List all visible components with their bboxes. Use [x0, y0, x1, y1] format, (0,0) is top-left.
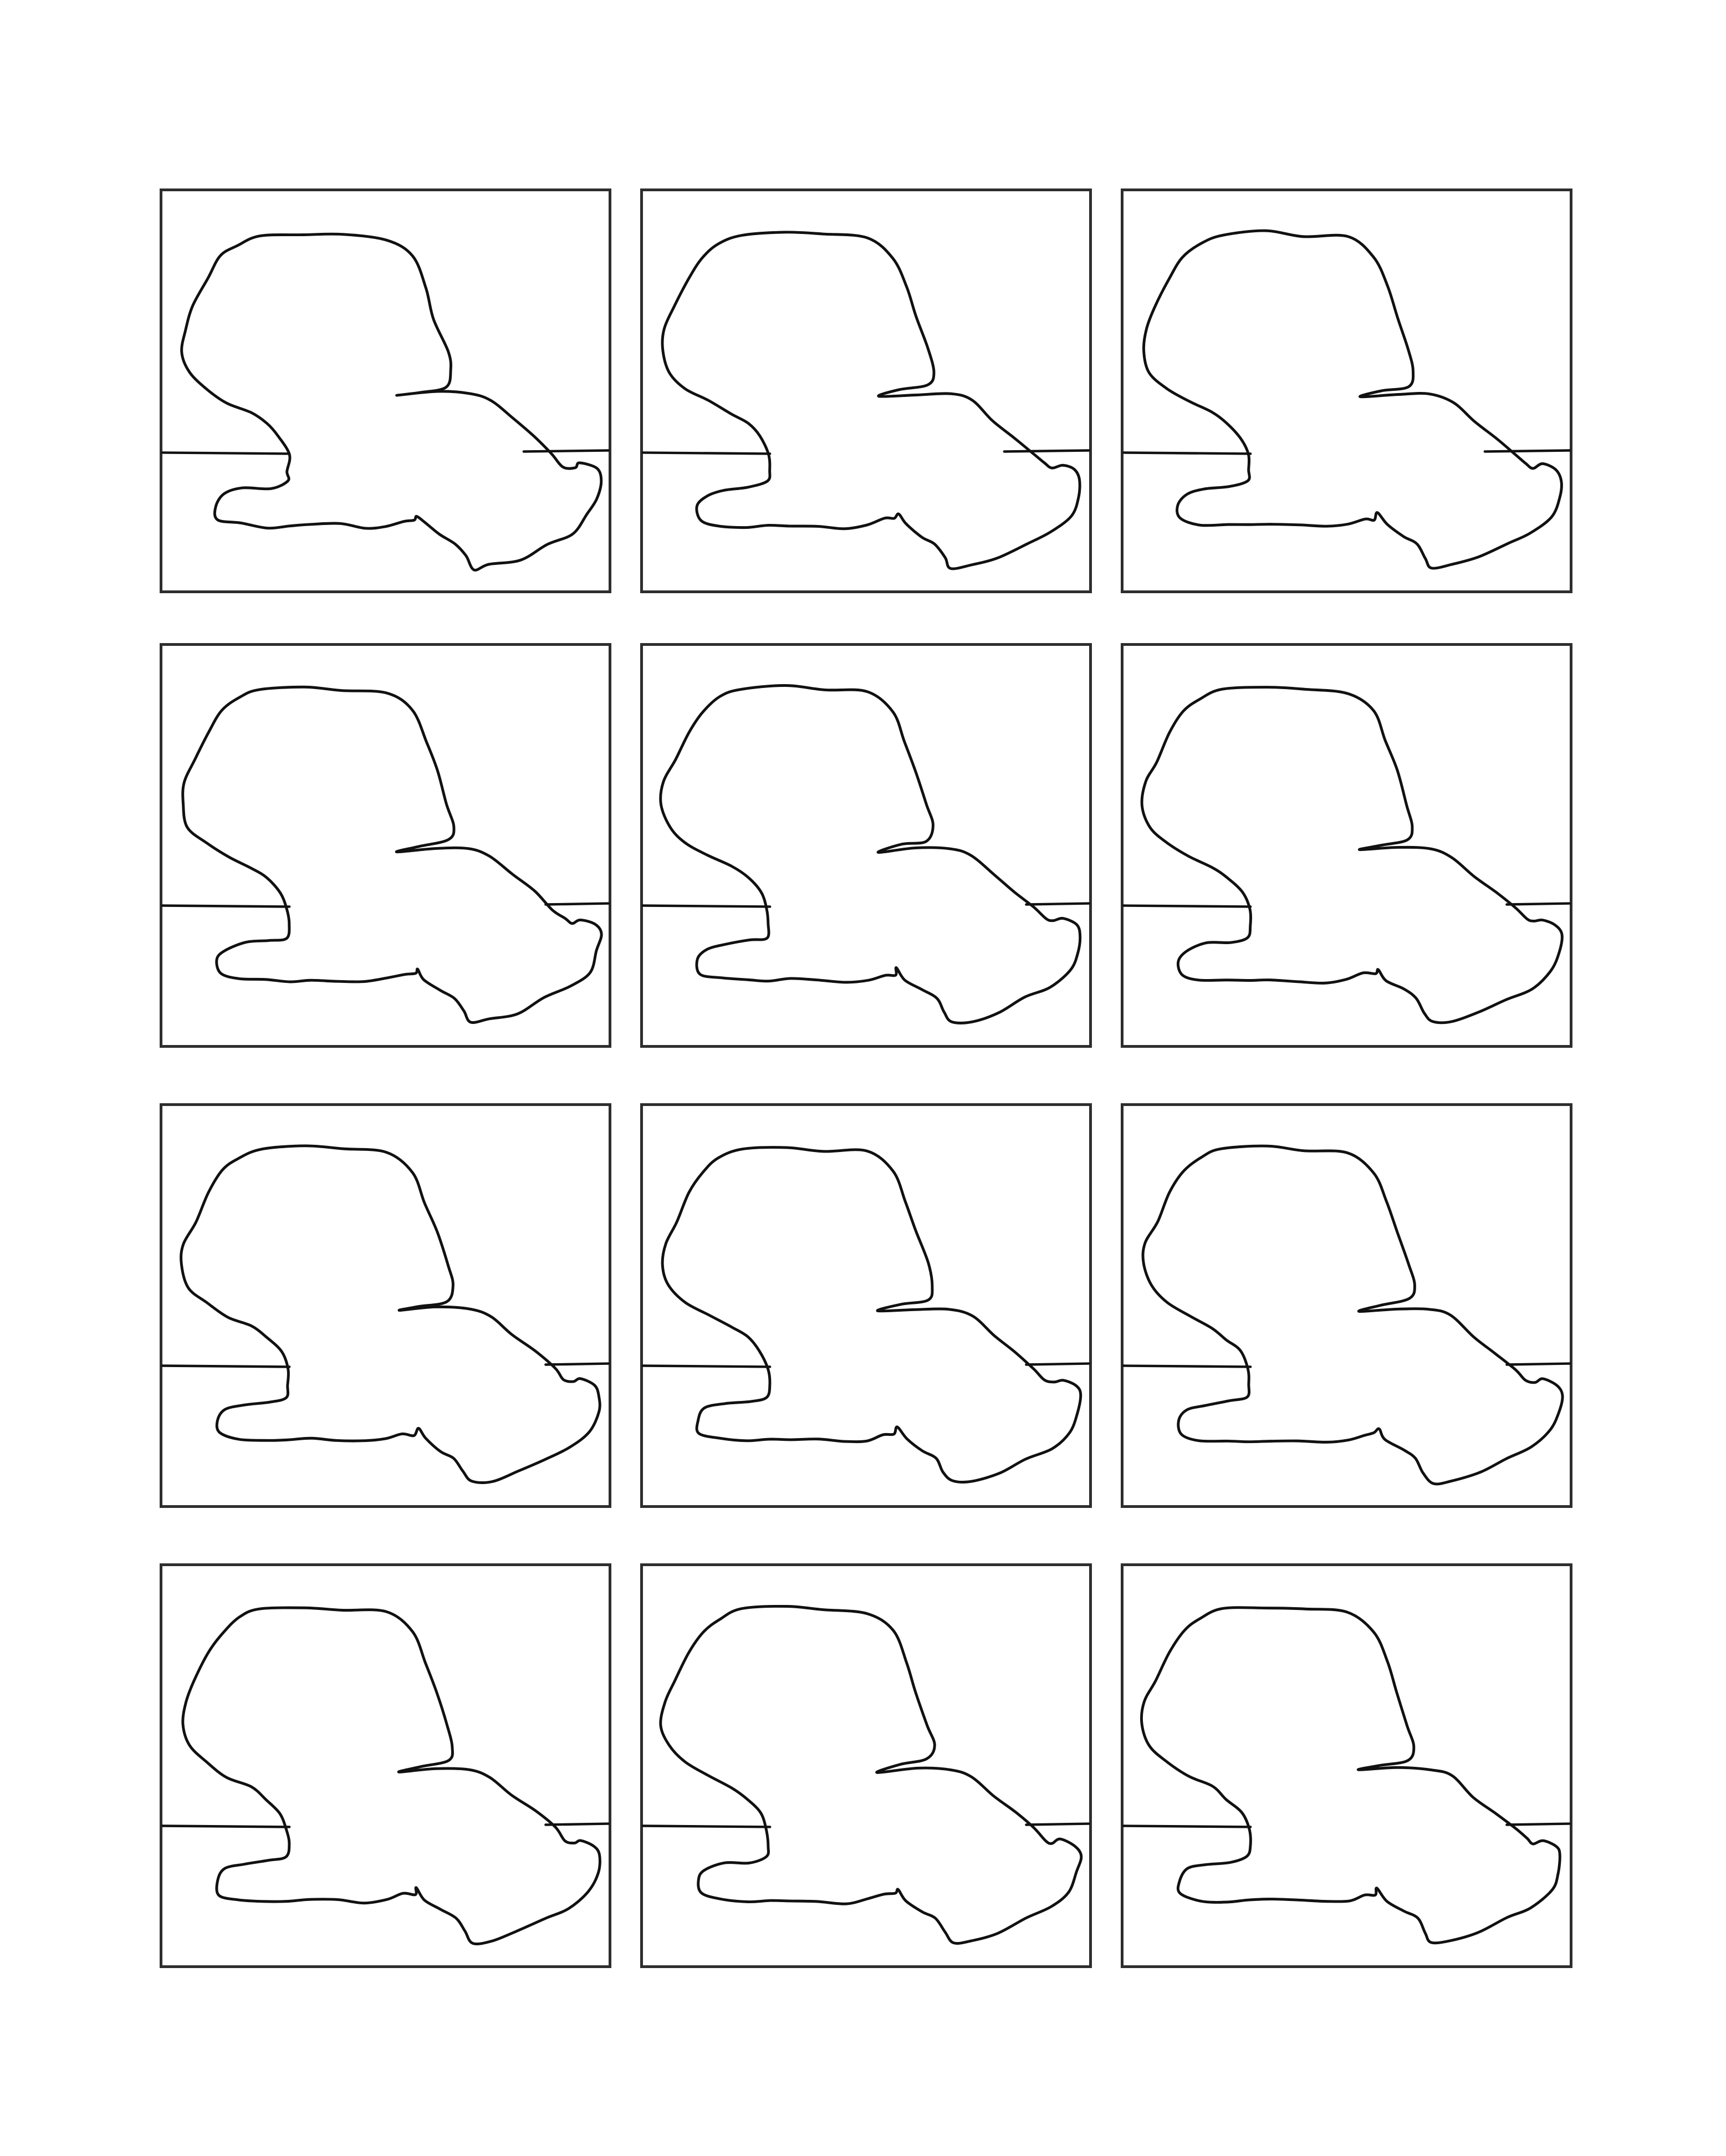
horizon-line-left [161, 904, 291, 908]
horizon-line-left [1122, 451, 1252, 455]
horizon-line-left [161, 1364, 291, 1368]
blob-outline [1141, 1144, 1564, 1486]
horizon-line-left [161, 451, 291, 455]
panel-drawing [1122, 686, 1571, 1025]
blob-outline [659, 684, 1082, 1025]
blob-outline [661, 231, 1081, 570]
panel-r1-c3 [1121, 188, 1572, 593]
horizon-line-left [641, 451, 772, 455]
blob-outline [661, 1146, 1082, 1484]
panel-drawing [1122, 1606, 1571, 1945]
panel-r2-c1 [160, 643, 611, 1048]
panel-drawing [1122, 1144, 1571, 1486]
horizon-line-right [544, 902, 610, 906]
sketch-sheet [0, 0, 1726, 2156]
panel-r2-c3 [1121, 643, 1572, 1048]
panel-drawing [641, 684, 1091, 1025]
panel-drawing [161, 685, 610, 1024]
horizon-line-left [641, 1824, 772, 1828]
horizon-line-right [522, 449, 610, 453]
horizon-line-right [544, 1822, 610, 1826]
panel-drawing [161, 1144, 610, 1484]
horizon-line-right [1505, 902, 1571, 906]
panel-r4-c2 [640, 1563, 1092, 1968]
panel-drawing [641, 231, 1091, 570]
blob-outline [181, 685, 603, 1024]
horizon-line-left [1122, 1364, 1252, 1368]
horizon-line-left [641, 904, 772, 908]
horizon-line-left [641, 1364, 772, 1368]
horizon-line-right [1025, 902, 1091, 906]
panel-drawing [641, 1604, 1091, 1945]
horizon-line-right [1003, 449, 1091, 453]
panel-r1-c1 [160, 188, 611, 593]
blob-outline [1140, 686, 1564, 1025]
panel-drawing [641, 1146, 1091, 1484]
blob-outline [1140, 1606, 1561, 1945]
blob-outline [180, 1144, 601, 1484]
blob-outline [659, 1604, 1083, 1945]
blob-outline [180, 232, 603, 572]
panel-drawing [161, 1606, 610, 1945]
horizon-line-right [1483, 449, 1571, 453]
panel-drawing [161, 232, 610, 572]
panel-r4-c1 [160, 1563, 611, 1968]
horizon-line-left [1122, 904, 1252, 908]
horizon-line-right [1025, 1362, 1091, 1366]
panel-r3-c2 [640, 1103, 1092, 1508]
horizon-line-left [161, 1824, 291, 1828]
horizon-line-left [1122, 1824, 1252, 1828]
panel-drawing [1122, 229, 1571, 570]
blob-outline [181, 1606, 601, 1945]
panel-r2-c2 [640, 643, 1092, 1048]
blob-outline [1142, 229, 1563, 570]
panel-r3-c1 [160, 1103, 611, 1508]
panel-r1-c2 [640, 188, 1092, 593]
horizon-line-right [1505, 1822, 1571, 1826]
panel-r3-c3 [1121, 1103, 1572, 1508]
horizon-line-right [544, 1362, 610, 1366]
panel-r4-c3 [1121, 1563, 1572, 1968]
horizon-line-right [1025, 1822, 1091, 1826]
horizon-line-right [1505, 1362, 1571, 1366]
